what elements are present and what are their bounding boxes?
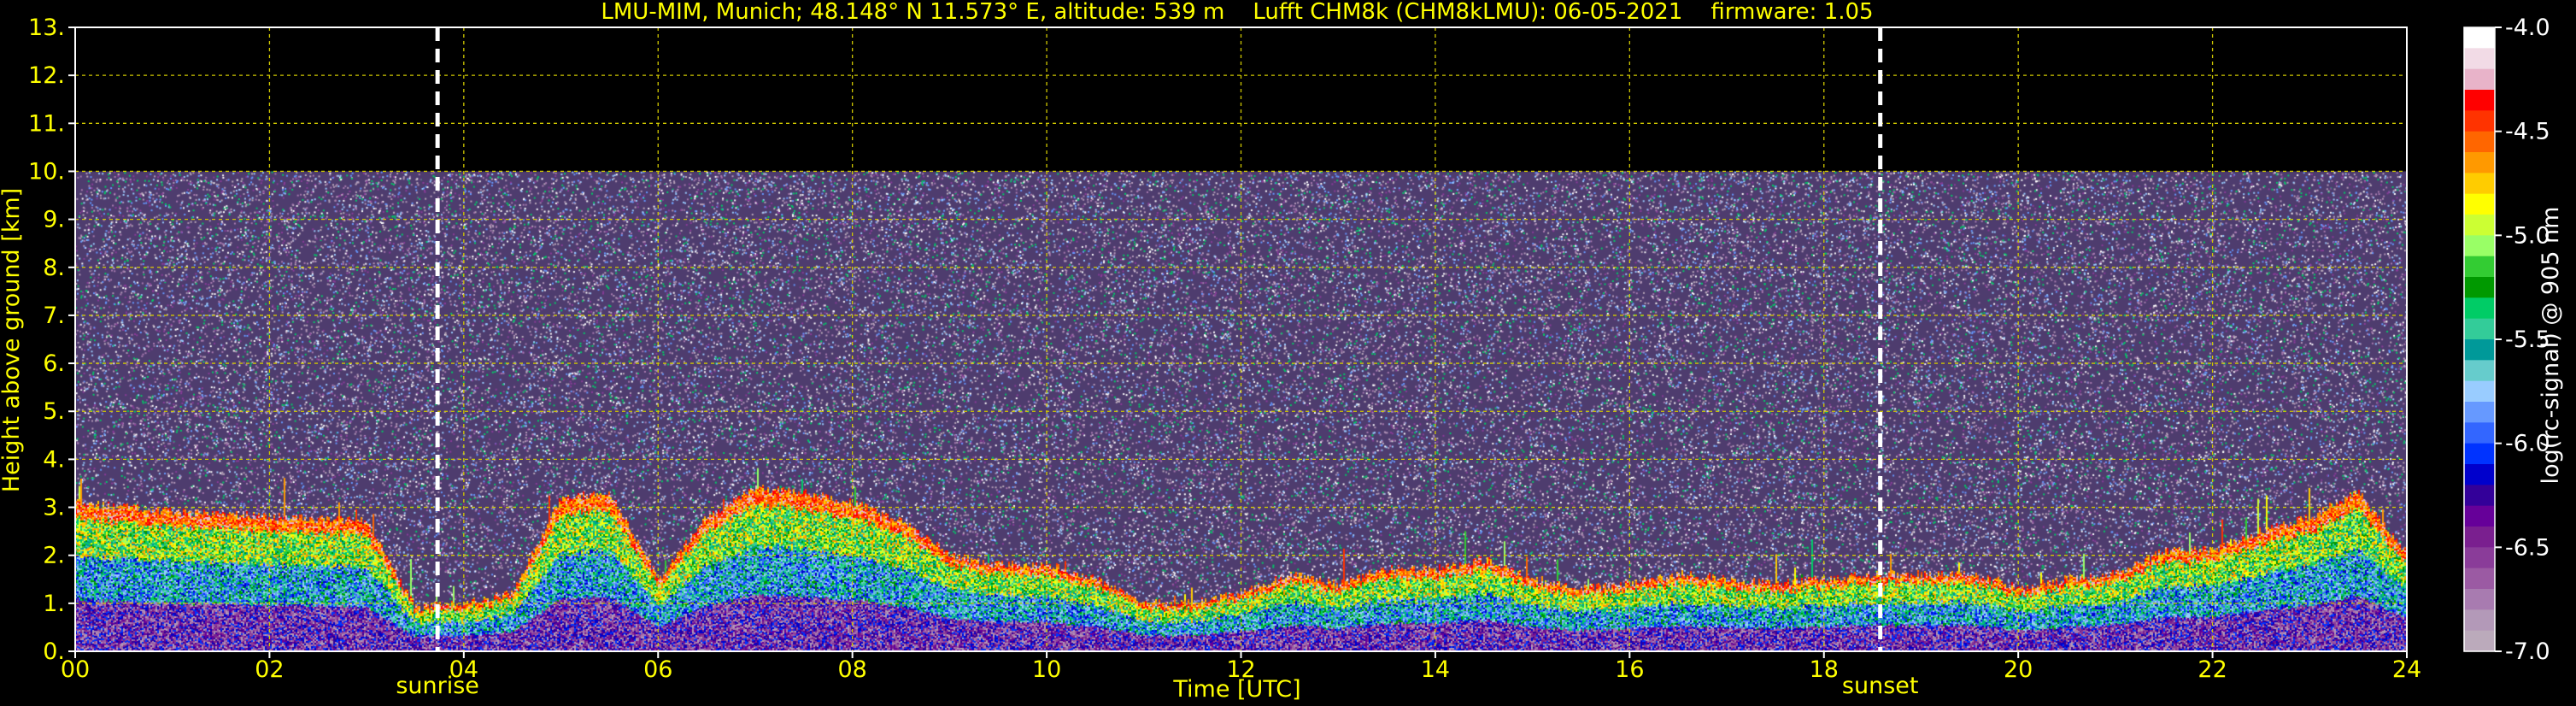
x-tick-label: 14 xyxy=(1421,656,1450,683)
colorbar-segment xyxy=(2464,402,2495,423)
colorbar-segment xyxy=(2464,547,2495,569)
colorbar-segment xyxy=(2464,380,2495,403)
y-tick-label: 5. xyxy=(43,398,65,425)
colorbar-tick-label: -7.0 xyxy=(2505,638,2550,665)
colorbar-segment xyxy=(2464,131,2495,153)
event-label-sunset: sunset xyxy=(1842,673,1919,699)
colorbar-segment xyxy=(2464,527,2495,548)
colorbar-segment xyxy=(2464,68,2495,91)
colorbar-segment xyxy=(2464,589,2495,610)
colorbar-segment xyxy=(2464,110,2495,132)
colorbar-tick-label: -6.5 xyxy=(2505,534,2550,561)
colorbar-segment xyxy=(2464,48,2495,70)
colorbar-segment xyxy=(2464,297,2495,320)
colorbar-segment xyxy=(2464,235,2495,257)
colorbar-segment xyxy=(2464,630,2495,652)
colorbar-segment xyxy=(2464,339,2495,361)
colorbar-segment xyxy=(2464,609,2495,632)
colorbar-segment xyxy=(2464,464,2495,485)
colorbar-segment xyxy=(2464,256,2495,278)
y-tick-label: 9. xyxy=(43,207,65,233)
x-tick-label: 08 xyxy=(837,656,866,683)
x-tick-label: 18 xyxy=(1810,656,1839,683)
colorbar-segment xyxy=(2464,568,2495,590)
x-tick-label: 16 xyxy=(1615,656,1644,683)
y-tick-label: 3. xyxy=(43,495,65,521)
y-tick-label: 4. xyxy=(43,446,65,473)
y-tick-label: 1. xyxy=(43,591,65,617)
x-tick-label: 02 xyxy=(255,656,284,683)
x-tick-label: 06 xyxy=(643,656,672,683)
x-tick-label: 10 xyxy=(1032,656,1061,683)
colorbar-segment xyxy=(2464,443,2495,465)
x-axis-label: Time [UTC] xyxy=(1172,676,1300,703)
x-tick-label: 20 xyxy=(2004,656,2033,683)
y-tick-label: 10. xyxy=(28,158,65,185)
plot-area xyxy=(75,27,2407,651)
colorbar-segment xyxy=(2464,318,2495,340)
y-tick-label: 0. xyxy=(43,638,65,665)
colorbar-segment xyxy=(2464,27,2495,49)
backscatter-heatmap xyxy=(75,27,2407,651)
colorbar-tick-label: -4.5 xyxy=(2505,119,2550,145)
colorbar-segment xyxy=(2464,422,2495,444)
x-tick-label: 04 xyxy=(449,656,478,683)
colorbar-segment xyxy=(2464,505,2495,527)
x-tick-label: 24 xyxy=(2392,656,2421,683)
colorbar-tick-label: -4.0 xyxy=(2505,15,2550,41)
y-axis-label: Height above ground [km] xyxy=(0,188,25,492)
colorbar-segments xyxy=(2464,27,2495,652)
y-tick-label: 7. xyxy=(43,303,65,329)
colorbar-segment xyxy=(2464,173,2495,195)
y-tick-label: 13. xyxy=(28,15,65,41)
colorbar-segment xyxy=(2464,485,2495,507)
ceilometer-chart: LMU-MIM, Munich; 48.148° N 11.573° E, al… xyxy=(0,0,2576,706)
y-tick-label: 6. xyxy=(43,350,65,377)
colorbar-segment xyxy=(2464,360,2495,382)
colorbar-label: log(rc-signal) @ 905 nm xyxy=(2538,207,2564,485)
colorbar-segment xyxy=(2464,90,2495,111)
colorbar-segment xyxy=(2464,152,2495,174)
x-tick-label: 22 xyxy=(2198,656,2227,683)
colorbar-segment xyxy=(2464,215,2495,236)
y-tick-label: 11. xyxy=(28,110,65,137)
colorbar-segment xyxy=(2464,193,2495,215)
y-tick-label: 12. xyxy=(28,62,65,89)
y-tick-label: 2. xyxy=(43,543,65,569)
y-tick-label: 8. xyxy=(43,255,65,281)
colorbar-segment xyxy=(2464,277,2495,298)
chart-title: LMU-MIM, Munich; 48.148° N 11.573° E, al… xyxy=(601,0,1873,25)
